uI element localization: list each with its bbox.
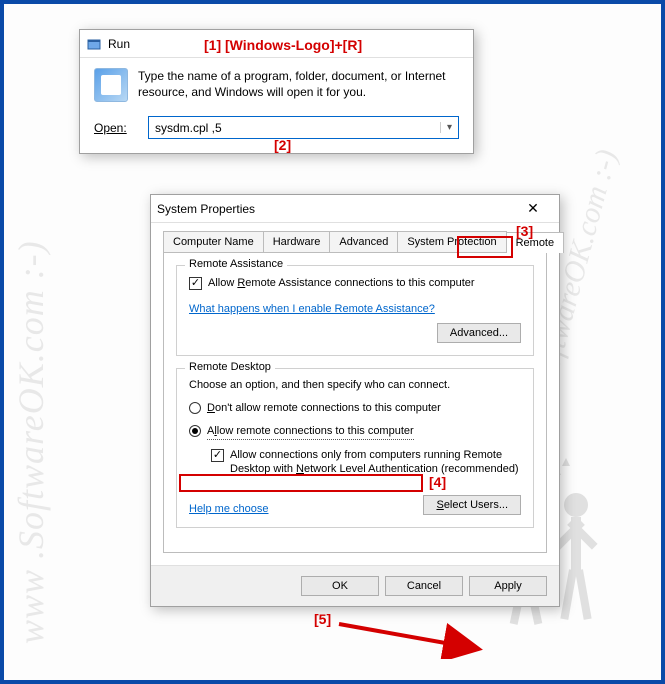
tab-remote[interactable]: Remote <box>506 232 565 253</box>
group-remote-assistance-title: Remote Assistance <box>185 258 287 270</box>
run-description: Type the name of a program, folder, docu… <box>138 68 459 100</box>
run-dialog: Run Type the name of a program, folder, … <box>79 29 474 154</box>
watermark-side: www .SoftwareOK.com :-) <box>10 240 52 644</box>
remote-desktop-choose-text: Choose an option, and then specify who c… <box>189 379 521 391</box>
tab-remote-content: Remote Assistance Allow Remote Assistanc… <box>163 253 547 553</box>
tab-system-protection[interactable]: System Protection <box>397 231 506 252</box>
checkbox-nla-label: Allow connections only from computers ru… <box>230 448 521 478</box>
group-remote-desktop-title: Remote Desktop <box>185 361 275 373</box>
run-program-icon <box>94 68 128 102</box>
sysprop-dialog-buttons: OK Cancel Apply <box>151 565 559 606</box>
sysprop-title: System Properties <box>157 202 513 216</box>
radio-allow-row[interactable]: Allow remote connections to this compute… <box>189 424 521 440</box>
checkbox-allow-remote-assistance[interactable] <box>189 277 202 290</box>
tab-computer-name[interactable]: Computer Name <box>163 231 264 252</box>
run-title-icon <box>86 36 102 52</box>
group-remote-assistance: Remote Assistance Allow Remote Assistanc… <box>176 265 534 356</box>
allow-remote-assistance-label: Allow Remote Assistance connections to t… <box>208 276 475 291</box>
tab-hardware[interactable]: Hardware <box>263 231 331 252</box>
radio-dont-allow-remote[interactable] <box>189 402 201 414</box>
checkbox-nla[interactable] <box>211 449 224 462</box>
button-select-users[interactable]: Select Users... <box>423 495 521 515</box>
button-ok[interactable]: OK <box>301 576 379 596</box>
run-open-input[interactable] <box>149 119 440 137</box>
close-icon[interactable]: ✕ <box>513 200 553 217</box>
link-help-me-choose[interactable]: Help me choose <box>189 503 269 515</box>
run-open-label: Open: <box>94 121 140 135</box>
run-title: Run <box>108 37 467 51</box>
sysprop-tabs: Computer Name Hardware Advanced System P… <box>163 231 547 253</box>
radio-dont-allow-row[interactable]: Don't allow remote connections to this c… <box>189 401 521 416</box>
radio-allow-label: Allow remote connections to this compute… <box>207 424 414 440</box>
button-apply[interactable]: Apply <box>469 576 547 596</box>
chevron-down-icon[interactable]: ▾ <box>440 122 458 133</box>
system-properties-dialog: System Properties ✕ Computer Name Hardwa… <box>150 194 560 607</box>
sysprop-titlebar[interactable]: System Properties ✕ <box>151 195 559 223</box>
radio-allow-remote[interactable] <box>189 425 201 437</box>
tab-advanced[interactable]: Advanced <box>329 231 398 252</box>
group-remote-desktop: Remote Desktop Choose an option, and the… <box>176 368 534 528</box>
arrow-to-apply <box>334 614 499 659</box>
checkbox-nla-row[interactable]: Allow connections only from computers ru… <box>211 448 521 478</box>
allow-remote-assistance-row[interactable]: Allow Remote Assistance connections to t… <box>189 276 521 291</box>
button-cancel[interactable]: Cancel <box>385 576 463 596</box>
annotation-5: [5] <box>314 611 331 627</box>
radio-dont-allow-label: Don't allow remote connections to this c… <box>207 401 441 416</box>
run-titlebar[interactable]: Run <box>80 30 473 58</box>
run-open-combobox[interactable]: ▾ <box>148 116 459 139</box>
link-what-happens-remote-assistance[interactable]: What happens when I enable Remote Assist… <box>189 303 435 315</box>
button-remote-assistance-advanced[interactable]: Advanced... <box>437 323 521 343</box>
